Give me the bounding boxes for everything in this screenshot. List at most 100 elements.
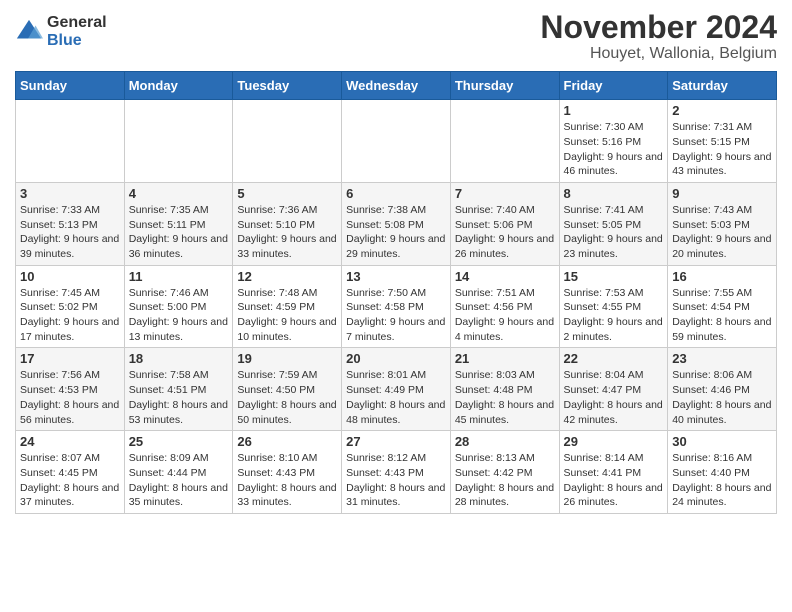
day-info: Sunrise: 7:45 AM Sunset: 5:02 PM Dayligh… xyxy=(20,286,120,345)
day-number: 24 xyxy=(20,434,120,449)
calendar-cell-w5-d1: 24 Sunrise: 8:07 AM Sunset: 4:45 PM Dayli… xyxy=(16,431,125,514)
header-saturday: Saturday xyxy=(668,72,777,100)
header-friday: Friday xyxy=(559,72,668,100)
calendar-cell-w4-d7: 23 Sunrise: 8:06 AM Sunset: 4:46 PM Dayli… xyxy=(668,348,777,431)
header: General Blue November 2024 Houyet, Wallo… xyxy=(15,10,777,63)
header-thursday: Thursday xyxy=(450,72,559,100)
day-number: 2 xyxy=(672,103,772,118)
day-number: 6 xyxy=(346,186,446,201)
week-row-2: 3 Sunrise: 7:33 AM Sunset: 5:13 PM Daylig… xyxy=(16,182,777,265)
day-number: 10 xyxy=(20,269,120,284)
week-row-5: 24 Sunrise: 8:07 AM Sunset: 4:45 PM Dayli… xyxy=(16,431,777,514)
day-info: Sunrise: 8:12 AM Sunset: 4:43 PM Dayligh… xyxy=(346,451,446,510)
logo: General Blue xyxy=(15,14,107,50)
day-number: 23 xyxy=(672,351,772,366)
day-info: Sunrise: 7:59 AM Sunset: 4:50 PM Dayligh… xyxy=(237,368,337,427)
calendar-cell-w4-d3: 19 Sunrise: 7:59 AM Sunset: 4:50 PM Dayli… xyxy=(233,348,342,431)
calendar-cell-w1-d6: 1Sunrise: 7:30 AM Sunset: 5:16 PM Daylig… xyxy=(559,100,668,183)
calendar-cell-w4-d4: 20 Sunrise: 8:01 AM Sunset: 4:49 PM Dayli… xyxy=(342,348,451,431)
logo-icon xyxy=(15,18,43,46)
calendar-cell-w4-d5: 21 Sunrise: 8:03 AM Sunset: 4:48 PM Dayli… xyxy=(450,348,559,431)
calendar-cell-w3-d3: 12 Sunrise: 7:48 AM Sunset: 4:59 PM Dayli… xyxy=(233,265,342,348)
calendar-cell-w2-d1: 3 Sunrise: 7:33 AM Sunset: 5:13 PM Daylig… xyxy=(16,182,125,265)
day-info: Sunrise: 7:48 AM Sunset: 4:59 PM Dayligh… xyxy=(237,286,337,345)
calendar-cell-w5-d2: 25 Sunrise: 8:09 AM Sunset: 4:44 PM Dayli… xyxy=(124,431,233,514)
calendar-cell-w3-d1: 10 Sunrise: 7:45 AM Sunset: 5:02 PM Dayli… xyxy=(16,265,125,348)
calendar-cell-w3-d5: 14 Sunrise: 7:51 AM Sunset: 4:56 PM Dayli… xyxy=(450,265,559,348)
day-number: 3 xyxy=(20,186,120,201)
day-number: 14 xyxy=(455,269,555,284)
day-info: Sunrise: 8:01 AM Sunset: 4:49 PM Dayligh… xyxy=(346,368,446,427)
location-title: Houyet, Wallonia, Belgium xyxy=(540,45,777,63)
day-info: Sunrise: 7:40 AM Sunset: 5:06 PM Dayligh… xyxy=(455,203,555,262)
calendar-cell-w2-d5: 7Sunrise: 7:40 AM Sunset: 5:06 PM Daylig… xyxy=(450,182,559,265)
day-info: Sunrise: 8:10 AM Sunset: 4:43 PM Dayligh… xyxy=(237,451,337,510)
day-info: Sunrise: 7:43 AM Sunset: 5:03 PM Dayligh… xyxy=(672,203,772,262)
day-number: 5 xyxy=(237,186,337,201)
day-info: Sunrise: 7:31 AM Sunset: 5:15 PM Dayligh… xyxy=(672,120,772,179)
calendar-cell-w1-d1 xyxy=(16,100,125,183)
day-info: Sunrise: 7:30 AM Sunset: 5:16 PM Dayligh… xyxy=(564,120,664,179)
calendar-cell-w3-d6: 15Sunrise: 7:53 AM Sunset: 4:55 PM Dayli… xyxy=(559,265,668,348)
day-number: 16 xyxy=(672,269,772,284)
day-info: Sunrise: 7:55 AM Sunset: 4:54 PM Dayligh… xyxy=(672,286,772,345)
day-info: Sunrise: 7:33 AM Sunset: 5:13 PM Dayligh… xyxy=(20,203,120,262)
day-number: 25 xyxy=(129,434,229,449)
day-info: Sunrise: 7:50 AM Sunset: 4:58 PM Dayligh… xyxy=(346,286,446,345)
calendar-cell-w2-d7: 9 Sunrise: 7:43 AM Sunset: 5:03 PM Daylig… xyxy=(668,182,777,265)
day-info: Sunrise: 8:16 AM Sunset: 4:40 PM Dayligh… xyxy=(672,451,772,510)
calendar-table: Sunday Monday Tuesday Wednesday Thursday… xyxy=(15,71,777,514)
day-number: 19 xyxy=(237,351,337,366)
title-block: November 2024 Houyet, Wallonia, Belgium xyxy=(540,10,777,63)
day-number: 29 xyxy=(564,434,664,449)
day-info: Sunrise: 7:53 AM Sunset: 4:55 PM Dayligh… xyxy=(564,286,664,345)
day-info: Sunrise: 7:51 AM Sunset: 4:56 PM Dayligh… xyxy=(455,286,555,345)
calendar-cell-w5-d7: 30Sunrise: 8:16 AM Sunset: 4:40 PM Dayli… xyxy=(668,431,777,514)
header-tuesday: Tuesday xyxy=(233,72,342,100)
calendar-cell-w3-d4: 13 Sunrise: 7:50 AM Sunset: 4:58 PM Dayli… xyxy=(342,265,451,348)
day-info: Sunrise: 8:07 AM Sunset: 4:45 PM Dayligh… xyxy=(20,451,120,510)
day-number: 28 xyxy=(455,434,555,449)
calendar-cell-w1-d3 xyxy=(233,100,342,183)
day-info: Sunrise: 7:58 AM Sunset: 4:51 PM Dayligh… xyxy=(129,368,229,427)
header-wednesday: Wednesday xyxy=(342,72,451,100)
day-info: Sunrise: 7:38 AM Sunset: 5:08 PM Dayligh… xyxy=(346,203,446,262)
week-row-3: 10 Sunrise: 7:45 AM Sunset: 5:02 PM Dayli… xyxy=(16,265,777,348)
day-number: 4 xyxy=(129,186,229,201)
day-number: 9 xyxy=(672,186,772,201)
day-info: Sunrise: 7:41 AM Sunset: 5:05 PM Dayligh… xyxy=(564,203,664,262)
header-sunday: Sunday xyxy=(16,72,125,100)
day-info: Sunrise: 8:03 AM Sunset: 4:48 PM Dayligh… xyxy=(455,368,555,427)
day-info: Sunrise: 8:09 AM Sunset: 4:44 PM Dayligh… xyxy=(129,451,229,510)
calendar-cell-w4-d1: 17Sunrise: 7:56 AM Sunset: 4:53 PM Dayli… xyxy=(16,348,125,431)
calendar-header-row: Sunday Monday Tuesday Wednesday Thursday… xyxy=(16,72,777,100)
calendar-cell-w1-d5 xyxy=(450,100,559,183)
calendar-cell-w1-d4 xyxy=(342,100,451,183)
calendar-cell-w5-d4: 27 Sunrise: 8:12 AM Sunset: 4:43 PM Dayli… xyxy=(342,431,451,514)
calendar-cell-w3-d2: 11 Sunrise: 7:46 AM Sunset: 5:00 PM Dayli… xyxy=(124,265,233,348)
day-number: 27 xyxy=(346,434,446,449)
week-row-1: 1Sunrise: 7:30 AM Sunset: 5:16 PM Daylig… xyxy=(16,100,777,183)
calendar-cell-w2-d6: 8Sunrise: 7:41 AM Sunset: 5:05 PM Daylig… xyxy=(559,182,668,265)
day-number: 20 xyxy=(346,351,446,366)
calendar-cell-w5-d6: 29 Sunrise: 8:14 AM Sunset: 4:41 PM Dayli… xyxy=(559,431,668,514)
day-info: Sunrise: 7:36 AM Sunset: 5:10 PM Dayligh… xyxy=(237,203,337,262)
calendar-cell-w3-d7: 16 Sunrise: 7:55 AM Sunset: 4:54 PM Dayli… xyxy=(668,265,777,348)
day-info: Sunrise: 8:14 AM Sunset: 4:41 PM Dayligh… xyxy=(564,451,664,510)
day-number: 12 xyxy=(237,269,337,284)
header-monday: Monday xyxy=(124,72,233,100)
calendar-cell-w1-d2 xyxy=(124,100,233,183)
day-number: 26 xyxy=(237,434,337,449)
day-number: 13 xyxy=(346,269,446,284)
week-row-4: 17Sunrise: 7:56 AM Sunset: 4:53 PM Dayli… xyxy=(16,348,777,431)
day-info: Sunrise: 7:46 AM Sunset: 5:00 PM Dayligh… xyxy=(129,286,229,345)
day-number: 11 xyxy=(129,269,229,284)
day-info: Sunrise: 7:35 AM Sunset: 5:11 PM Dayligh… xyxy=(129,203,229,262)
calendar-cell-w4-d2: 18Sunrise: 7:58 AM Sunset: 4:51 PM Dayli… xyxy=(124,348,233,431)
calendar-cell-w5-d3: 26 Sunrise: 8:10 AM Sunset: 4:43 PM Dayli… xyxy=(233,431,342,514)
day-info: Sunrise: 7:56 AM Sunset: 4:53 PM Dayligh… xyxy=(20,368,120,427)
day-info: Sunrise: 8:06 AM Sunset: 4:46 PM Dayligh… xyxy=(672,368,772,427)
day-number: 21 xyxy=(455,351,555,366)
calendar-cell-w1-d7: 2 Sunrise: 7:31 AM Sunset: 5:15 PM Daylig… xyxy=(668,100,777,183)
calendar-cell-w2-d3: 5 Sunrise: 7:36 AM Sunset: 5:10 PM Daylig… xyxy=(233,182,342,265)
